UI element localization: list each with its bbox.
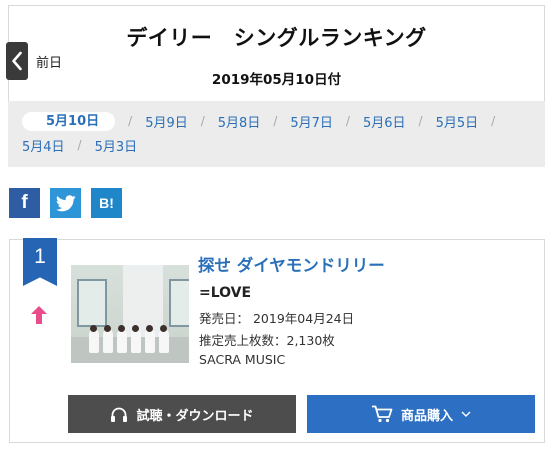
cover-curtain — [123, 265, 163, 341]
rank-badge: 1 — [23, 238, 57, 286]
purchase-label: 商品購入 — [400, 408, 453, 424]
previous-day-link[interactable]: 前日 — [36, 52, 62, 71]
separator: / — [491, 114, 496, 128]
twitter-icon — [55, 194, 76, 211]
date-row: 5月4日 / 5月3日 — [22, 135, 137, 155]
chevron-left-icon — [12, 51, 22, 71]
date-navigation: 5月10日 / 5月9日 / 5月8日 / 5月7日 / 5月6日 / 5月5日… — [8, 101, 545, 167]
ranking-header: デイリー シングルランキング 2019年05月10日付 — [8, 5, 545, 101]
facebook-share-button[interactable]: f — [9, 188, 40, 218]
cover-figure — [131, 329, 141, 353]
separator: / — [273, 114, 278, 128]
cover-figure — [103, 329, 113, 353]
page-title: デイリー シングルランキング — [126, 26, 427, 50]
date-tab[interactable]: 5月3日 — [95, 136, 138, 155]
cover-figure — [160, 325, 167, 332]
date-row: 5月10日 / 5月9日 / 5月8日 / 5月7日 / 5月6日 / 5月5日… — [22, 111, 508, 131]
ranking-date: 2019年05月10日付 — [211, 72, 342, 88]
previous-day-button[interactable] — [6, 42, 28, 80]
cover-window — [169, 279, 189, 327]
hatena-bookmark-icon: B! — [99, 195, 114, 211]
shopping-cart-icon — [371, 405, 393, 423]
date-tab-active[interactable]: 5月10日 — [22, 111, 116, 131]
separator: / — [200, 114, 205, 128]
share-buttons: f B! — [9, 188, 132, 218]
cover-figure — [145, 329, 155, 353]
separator: / — [345, 114, 350, 128]
up-arrow-icon — [31, 306, 47, 324]
chevron-down-icon — [461, 411, 471, 418]
date-tab[interactable]: 5月4日 — [22, 136, 65, 155]
ranking-entry: 1 探せ ダイヤモンドリリー =LOVE 発売日： 2019年04月24日 推定… — [9, 238, 545, 443]
date-tab[interactable]: 5月6日 — [363, 112, 406, 131]
hatena-bookmark-button[interactable]: B! — [91, 188, 122, 218]
date-tab[interactable]: 5月9日 — [145, 112, 188, 131]
record-label: SACRA MUSIC — [199, 352, 286, 367]
cover-figure — [146, 325, 153, 332]
date-tab[interactable]: 5月8日 — [218, 112, 261, 131]
separator: / — [77, 138, 82, 152]
date-tab[interactable]: 5月5日 — [436, 112, 479, 131]
purchase-button[interactable]: 商品購入 — [307, 395, 535, 433]
song-title-link[interactable]: 探せ ダイヤモンドリリー — [198, 252, 385, 276]
listen-download-button[interactable]: 試聴・ダウンロード — [68, 395, 296, 433]
estimated-sales: 推定売上枚数：2,130枚 — [199, 333, 335, 348]
cover-figure — [89, 329, 99, 353]
twitter-share-button[interactable] — [50, 188, 81, 218]
facebook-icon: f — [21, 192, 28, 213]
listen-download-label: 試聴・ダウンロード — [136, 408, 254, 424]
cover-figure — [104, 325, 111, 332]
headphones-icon — [110, 406, 128, 423]
cover-figure — [90, 325, 97, 332]
date-tab[interactable]: 5月7日 — [290, 112, 333, 131]
separator: / — [418, 114, 423, 128]
album-cover-image[interactable] — [71, 265, 189, 363]
cover-window — [77, 279, 107, 327]
rank-number: 1 — [34, 245, 46, 268]
separator: / — [128, 114, 133, 128]
artist-name: =LOVE — [199, 285, 252, 301]
release-date: 発売日： 2019年04月24日 — [199, 311, 355, 326]
cover-figure — [118, 325, 125, 332]
cover-figure — [132, 325, 139, 332]
cover-figure — [159, 329, 169, 353]
cover-figure — [117, 329, 127, 353]
